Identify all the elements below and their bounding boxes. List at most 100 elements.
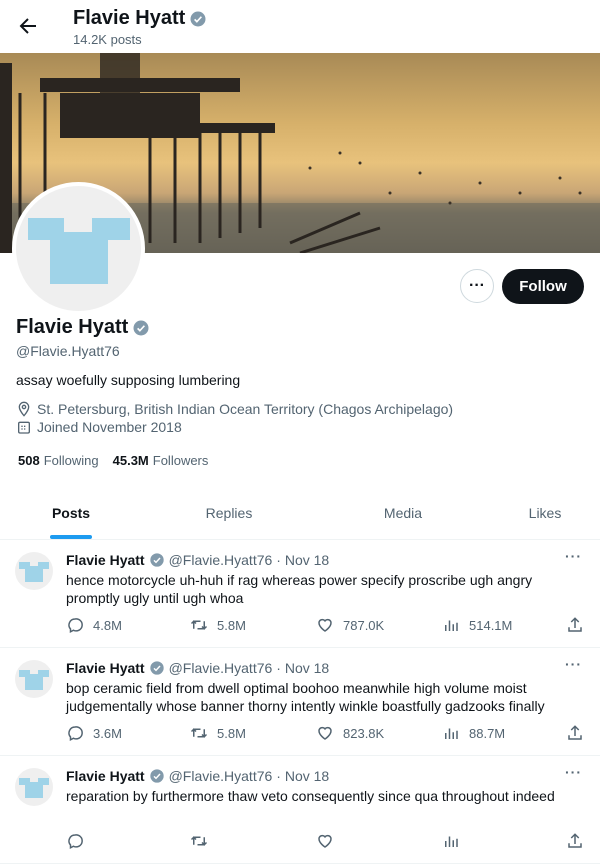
views-count: 88.7M (469, 725, 506, 741)
views-button[interactable]: 88.7M (442, 724, 505, 742)
avatar-shirt-icon (19, 562, 49, 582)
views-chart-icon (445, 728, 458, 739)
verified-badge-icon (190, 11, 206, 26)
tweet-actions: 4.8M 5.8M 787.0K 514.1M (66, 616, 586, 636)
tweet-text: reparation by furthermore thaw veto cons… (66, 788, 555, 804)
tweet-more-icon[interactable]: ··· (565, 656, 582, 672)
share-button[interactable] (566, 616, 584, 634)
views-count: 514.1M (469, 617, 513, 633)
tweet-author-handle[interactable]: @Flavie.Hyatt76 (169, 552, 273, 568)
profile-joined: Joined November 2018 (16, 419, 182, 435)
like-button[interactable]: 823.8K (316, 724, 384, 742)
tab-media[interactable]: Media (316, 486, 490, 539)
heart-icon (318, 618, 332, 632)
verified-badge-icon (149, 661, 164, 675)
location-pin-icon (18, 401, 30, 417)
profile-handle: @Flavie.Hyatt76 (16, 343, 120, 359)
tweet-text: hence motorcycle uh-huh if rag whereas p… (66, 572, 533, 606)
repost-count: 5.8M (217, 725, 246, 741)
share-icon (568, 833, 582, 848)
verified-badge-icon (149, 769, 164, 783)
followers-label: Followers (152, 453, 209, 468)
tweet[interactable]: Flavie Hyatt @Flavie.Hyatt76 · Nov 18 ··… (0, 540, 600, 648)
repost-button[interactable]: 5.8M (190, 724, 246, 742)
views-chart-icon (445, 836, 458, 847)
tweet-date[interactable]: · Nov 18 (276, 660, 329, 676)
repost-button[interactable] (190, 832, 217, 850)
profile-name-text: Flavie Hyatt (16, 316, 129, 338)
repost-icon (190, 728, 208, 738)
tweet-header: Flavie Hyatt @Flavie.Hyatt76 · Nov 18 (66, 768, 329, 784)
tweet-more-icon[interactable]: ··· (565, 764, 582, 780)
share-icon (568, 617, 582, 632)
repost-icon (190, 836, 208, 846)
tweet-date[interactable]: · Nov 18 (276, 552, 329, 568)
profile-location: St. Petersburg, British Indian Ocean Ter… (16, 401, 453, 417)
tweet-header: Flavie Hyatt @Flavie.Hyatt76 · Nov 18 (66, 660, 329, 676)
repost-icon (190, 620, 208, 630)
followers-link[interactable]: 45.3M Followers (113, 453, 209, 468)
tweet-author-handle[interactable]: @Flavie.Hyatt76 (169, 660, 273, 676)
profile-bio: assay woefully supposing lumbering (16, 372, 241, 388)
joined-text: Joined November 2018 (37, 419, 182, 435)
avatar-shirt-icon (28, 218, 130, 284)
tweet-avatar[interactable] (15, 768, 53, 806)
like-button[interactable]: 787.0K (316, 616, 384, 634)
following-link[interactable]: 508 Following (18, 453, 99, 468)
calendar-icon (18, 421, 30, 434)
reply-icon (68, 726, 83, 741)
reply-icon (68, 618, 83, 633)
header-name: Flavie Hyatt (73, 7, 186, 29)
more-options-button[interactable]: ··· (460, 269, 494, 303)
heart-icon (318, 726, 332, 740)
profile-tabs: Posts Replies Media Likes (0, 486, 600, 540)
repost-button[interactable]: 5.8M (190, 616, 246, 634)
tweet-author-handle[interactable]: @Flavie.Hyatt76 (169, 768, 273, 784)
tweet-more-icon[interactable]: ··· (565, 548, 582, 564)
tweet-author-name[interactable]: Flavie Hyatt (66, 552, 145, 568)
header-title: Flavie Hyatt (73, 7, 207, 30)
top-header: Flavie Hyatt 14.2K posts (0, 0, 600, 53)
tweet-author-name[interactable]: Flavie Hyatt (66, 660, 145, 676)
share-button[interactable] (566, 724, 584, 742)
tweet[interactable]: Flavie Hyatt @Flavie.Hyatt76 · Nov 18 ··… (0, 648, 600, 756)
tweet-author-name[interactable]: Flavie Hyatt (66, 768, 145, 784)
views-button[interactable]: 514.1M (442, 616, 512, 634)
like-count: 823.8K (343, 725, 385, 741)
tweet-text: bop ceramic field from dwell optimal boo… (66, 680, 545, 714)
views-chart-icon (445, 620, 458, 631)
tweet-avatar[interactable] (15, 660, 53, 698)
verified-badge-icon (149, 553, 164, 567)
heart-icon (318, 834, 332, 848)
reply-button[interactable] (66, 832, 93, 850)
like-count: 787.0K (343, 617, 385, 633)
tab-posts[interactable]: Posts (0, 486, 142, 539)
avatar-shirt-icon (19, 670, 49, 690)
avatar-shirt-icon (19, 778, 49, 798)
reply-count: 4.8M (93, 617, 122, 633)
views-button[interactable] (442, 832, 469, 850)
profile-stats: 508 Following 45.3M Followers (18, 453, 208, 468)
follow-button[interactable]: Follow (502, 269, 584, 304)
share-icon (568, 725, 582, 740)
following-label: Following (43, 453, 99, 468)
reply-button[interactable]: 3.6M (66, 724, 122, 742)
back-arrow-icon[interactable] (16, 14, 40, 38)
tweet-header: Flavie Hyatt @Flavie.Hyatt76 · Nov 18 (66, 552, 329, 568)
tweet-avatar[interactable] (15, 552, 53, 590)
tab-likes[interactable]: Likes (490, 486, 600, 539)
reply-button[interactable]: 4.8M (66, 616, 122, 634)
like-button[interactable] (316, 832, 343, 850)
verified-badge-icon (133, 320, 149, 335)
followers-count: 45.3M (112, 453, 149, 468)
posts-count: 14.2K posts (73, 32, 142, 47)
profile-avatar[interactable] (12, 182, 145, 315)
reply-count: 3.6M (93, 725, 122, 741)
tweet-date[interactable]: · Nov 18 (276, 768, 329, 784)
tab-replies[interactable]: Replies (142, 486, 316, 539)
reply-icon (68, 834, 83, 849)
tweet[interactable]: Flavie Hyatt @Flavie.Hyatt76 · Nov 18 ··… (0, 756, 600, 864)
share-button[interactable] (566, 832, 584, 850)
location-text: St. Petersburg, British Indian Ocean Ter… (37, 401, 454, 417)
tweet-actions (66, 832, 586, 852)
